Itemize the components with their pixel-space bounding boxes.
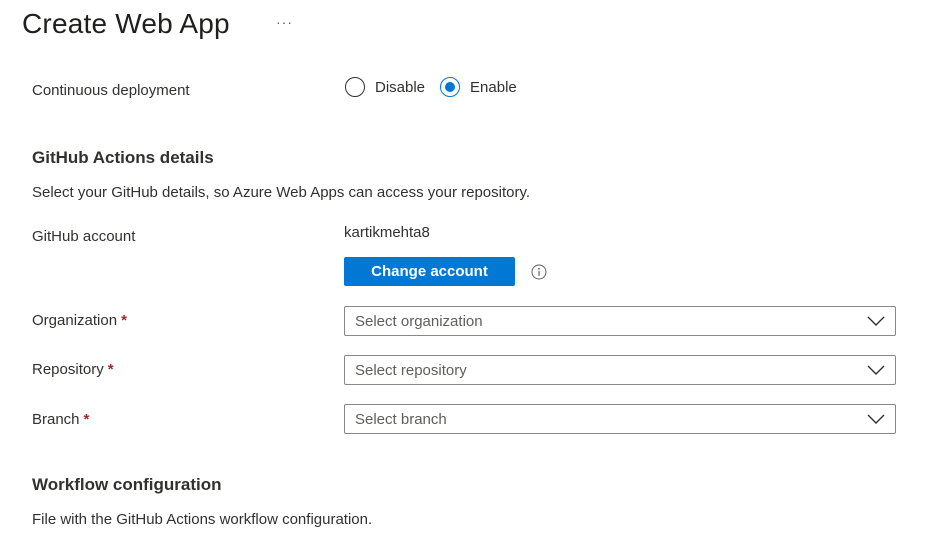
repository-dropdown-placeholder: Select repository xyxy=(355,361,467,379)
github-actions-description: Select your GitHub details, so Azure Web… xyxy=(32,184,531,201)
info-icon[interactable] xyxy=(531,264,547,280)
chevron-down-icon xyxy=(867,316,885,326)
organization-dropdown-placeholder: Select organization xyxy=(355,312,483,330)
chevron-down-icon xyxy=(867,365,885,375)
continuous-deployment-label: Continuous deployment xyxy=(32,82,190,99)
github-account-label: GitHub account xyxy=(32,228,136,245)
required-marker: * xyxy=(83,411,90,428)
required-marker: * xyxy=(107,361,114,378)
organization-dropdown[interactable]: Select organization xyxy=(344,306,896,336)
radio-disable[interactable]: Disable xyxy=(345,77,425,97)
workflow-configuration-description: File with the GitHub Actions workflow co… xyxy=(32,511,373,528)
change-account-button[interactable]: Change account xyxy=(344,257,515,286)
radio-disable-label: Disable xyxy=(375,78,426,96)
repository-dropdown[interactable]: Select repository xyxy=(344,355,896,385)
github-account-name: kartikmehta8 xyxy=(344,224,430,241)
repository-label-text: Repository xyxy=(32,361,104,378)
branch-dropdown[interactable]: Select branch xyxy=(344,404,896,434)
organization-label: Organization * xyxy=(32,311,127,331)
ellipsis-icon[interactable]: ··· xyxy=(276,14,293,30)
radio-enable-label: Enable xyxy=(470,78,517,96)
repository-label: Repository * xyxy=(32,360,114,380)
chevron-down-icon xyxy=(867,414,885,424)
continuous-deployment-radio-group: Disable Enable xyxy=(345,77,517,97)
organization-label-text: Organization xyxy=(32,312,118,329)
branch-dropdown-placeholder: Select branch xyxy=(355,410,447,428)
branch-label: Branch * xyxy=(32,410,89,430)
radio-enable[interactable]: Enable xyxy=(440,77,517,97)
radio-enable-circle[interactable] xyxy=(440,77,461,97)
page-title: Create Web App xyxy=(22,8,230,39)
branch-label-text: Branch xyxy=(32,411,80,428)
workflow-configuration-heading: Workflow configuration xyxy=(32,475,222,494)
github-actions-heading: GitHub Actions details xyxy=(32,148,214,167)
required-marker: * xyxy=(121,312,127,329)
radio-disable-circle[interactable] xyxy=(345,77,365,97)
